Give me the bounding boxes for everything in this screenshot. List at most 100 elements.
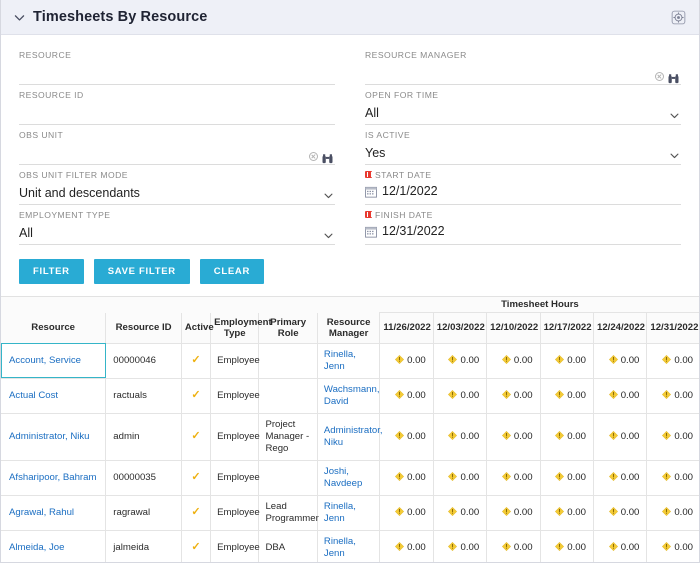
table-row[interactable]: Almeida, Joe jalmeida ✓ Employee DBA Rinella,… — [1, 530, 699, 562]
cell-resource-manager[interactable]: Rinella, Jenn — [317, 530, 381, 562]
hours-value: 0.00 — [674, 430, 693, 442]
finish-date-control[interactable]: 12/31/2022 — [365, 221, 681, 239]
cell-primary-role: Lead Programmer — [258, 495, 319, 531]
cell-resource[interactable]: Administrator, Niku — [1, 413, 107, 461]
table-row[interactable]: Administrator, Niku admin ✓ Employee Project… — [1, 413, 699, 461]
hours-value: 0.00 — [674, 506, 693, 518]
cell-primary-role — [258, 378, 318, 414]
resource-manager-input[interactable] — [365, 61, 681, 83]
col-header-hours-1[interactable]: 11/26/2022 — [379, 312, 434, 344]
chevron-down-icon[interactable] — [11, 9, 27, 25]
chevron-down-icon[interactable] — [667, 108, 681, 122]
col-header-hours-2[interactable]: 12/03/2022 — [433, 312, 488, 344]
chevron-down-icon[interactable] — [321, 188, 335, 202]
cell-hours-5: 0.00 — [593, 530, 648, 562]
save-filter-button[interactable]: SAVE FILTER — [93, 259, 190, 284]
gear-icon[interactable] — [669, 8, 687, 26]
warning-diamond-icon — [555, 506, 565, 516]
field-open-for-time[interactable]: OPEN FOR TIME All — [365, 85, 681, 125]
check-icon: ✓ — [191, 429, 201, 442]
cell-resource[interactable]: Account, Service — [1, 343, 107, 379]
warning-diamond-icon — [662, 389, 672, 399]
binoculars-icon[interactable] — [322, 151, 333, 164]
warning-diamond-icon — [395, 541, 405, 551]
col-header-hours-3[interactable]: 12/10/2022 — [486, 312, 541, 344]
hours-value: 0.00 — [674, 354, 693, 366]
warning-diamond-icon — [555, 430, 565, 440]
binoculars-icon[interactable] — [668, 71, 679, 84]
employment-type-select[interactable]: All — [19, 221, 335, 242]
table-row[interactable]: Agrawal, Rahul ragrawal ✓ Employee Lead Prog… — [1, 495, 699, 531]
field-obs-unit[interactable]: OBS UNIT — [19, 125, 335, 165]
clear-icon[interactable] — [655, 71, 664, 81]
cell-resource[interactable]: Afsharipoor, Bahram — [1, 460, 107, 496]
col-header-resource-manager[interactable]: Resource Manager — [317, 312, 381, 344]
hours-value: 0.00 — [567, 506, 586, 518]
field-label-resource-manager: RESOURCE MANAGER — [365, 50, 467, 60]
warning-diamond-icon — [608, 471, 618, 481]
cell-resource[interactable]: Actual Cost — [1, 378, 107, 414]
check-icon: ✓ — [191, 505, 201, 518]
field-employment-type[interactable]: EMPLOYMENT TYPE All — [19, 205, 335, 245]
table-row[interactable]: Actual Cost ractuals ✓ Employee Wachsmann, D… — [1, 378, 699, 414]
field-is-active[interactable]: IS ACTIVE Yes — [365, 125, 681, 165]
cell-resource-manager[interactable]: Wachsmann, David — [317, 378, 381, 414]
calendar-icon[interactable] — [365, 225, 377, 238]
col-header-resource-id[interactable]: Resource ID — [105, 312, 182, 344]
field-label-open-for-time: OPEN FOR TIME — [365, 90, 439, 100]
col-header-active[interactable]: Active — [181, 312, 214, 344]
col-header-employment-type[interactable]: Employment Type — [210, 312, 272, 344]
field-resource-id[interactable]: RESOURCE ID — [19, 85, 335, 125]
col-header-hours-6[interactable]: 12/31/2022 — [646, 312, 699, 344]
filter-column-left: RESOURCE RESOURCE ID OBS UNIT OBS UNIT F… — [19, 45, 335, 245]
chevron-down-icon[interactable] — [321, 228, 335, 242]
cell-resource-manager[interactable]: Rinella, Jenn — [317, 343, 381, 379]
resource-id-input[interactable] — [19, 101, 335, 123]
warning-diamond-icon — [448, 541, 458, 551]
is-active-select[interactable]: Yes — [365, 141, 681, 162]
cell-resource-id: jalmeida — [105, 530, 182, 562]
warning-diamond-icon — [448, 506, 458, 516]
cell-resource-manager[interactable]: Administrator, Niku — [317, 413, 383, 461]
start-date-control[interactable]: 12/1/2022 — [365, 181, 681, 199]
cell-hours-5: 0.00 — [593, 495, 648, 531]
cell-hours-4: 0.00 — [540, 378, 594, 414]
field-resource-manager[interactable]: RESOURCE MANAGER — [365, 45, 681, 85]
check-icon: ✓ — [191, 540, 201, 553]
table-row[interactable]: Afsharipoor, Bahram 00000035 ✓ Employee Josh… — [1, 460, 699, 496]
cell-hours-6: 0.00 — [646, 460, 699, 496]
cell-resource-id: 00000035 — [105, 460, 182, 496]
hours-value: 0.00 — [407, 541, 426, 553]
cell-hours-1: 0.00 — [379, 378, 434, 414]
field-label-employment-type: EMPLOYMENT TYPE — [19, 210, 111, 220]
open-for-time-select[interactable]: All — [365, 101, 681, 122]
check-icon: ✓ — [191, 470, 201, 483]
page-title: Timesheets By Resource — [33, 9, 208, 25]
field-resource[interactable]: RESOURCE — [19, 45, 335, 85]
cell-resource[interactable]: Almeida, Joe — [1, 530, 107, 562]
clear-button[interactable]: CLEAR — [199, 259, 265, 284]
cell-resource-manager[interactable]: Joshi, Navdeep — [317, 460, 381, 496]
field-obs-unit-filter-mode[interactable]: OBS UNIT FILTER MODE Unit and descendant… — [19, 165, 335, 205]
cell-hours-2: 0.00 — [433, 460, 488, 496]
field-finish-date[interactable]: FINISH DATE 12/31/2022 — [365, 205, 681, 245]
table-row[interactable]: Account, Service 00000046 ✓ Employee Rinella… — [1, 343, 699, 379]
col-header-resource[interactable]: Resource — [1, 312, 107, 344]
cell-resource-id: admin — [105, 413, 182, 461]
cell-active: ✓ — [181, 413, 212, 461]
field-start-date[interactable]: START DATE 12/1/2022 — [365, 165, 681, 205]
cell-hours-2: 0.00 — [433, 413, 488, 461]
col-header-hours-5[interactable]: 12/24/2022 — [593, 312, 648, 344]
calendar-icon[interactable] — [365, 185, 377, 198]
chevron-down-icon[interactable] — [667, 148, 681, 162]
cell-resource-manager[interactable]: Rinella, Jenn — [317, 495, 381, 531]
hours-value: 0.00 — [674, 471, 693, 483]
obs-unit-filter-mode-select[interactable]: Unit and descendants — [19, 181, 335, 202]
col-header-hours-4[interactable]: 12/17/2022 — [540, 312, 594, 344]
obs-unit-input[interactable] — [19, 141, 335, 163]
clear-icon[interactable] — [309, 151, 318, 161]
resource-input[interactable] — [19, 61, 335, 83]
hours-value: 0.00 — [674, 541, 693, 553]
filter-button[interactable]: FILTER — [19, 259, 84, 284]
cell-resource[interactable]: Agrawal, Rahul — [1, 495, 107, 531]
